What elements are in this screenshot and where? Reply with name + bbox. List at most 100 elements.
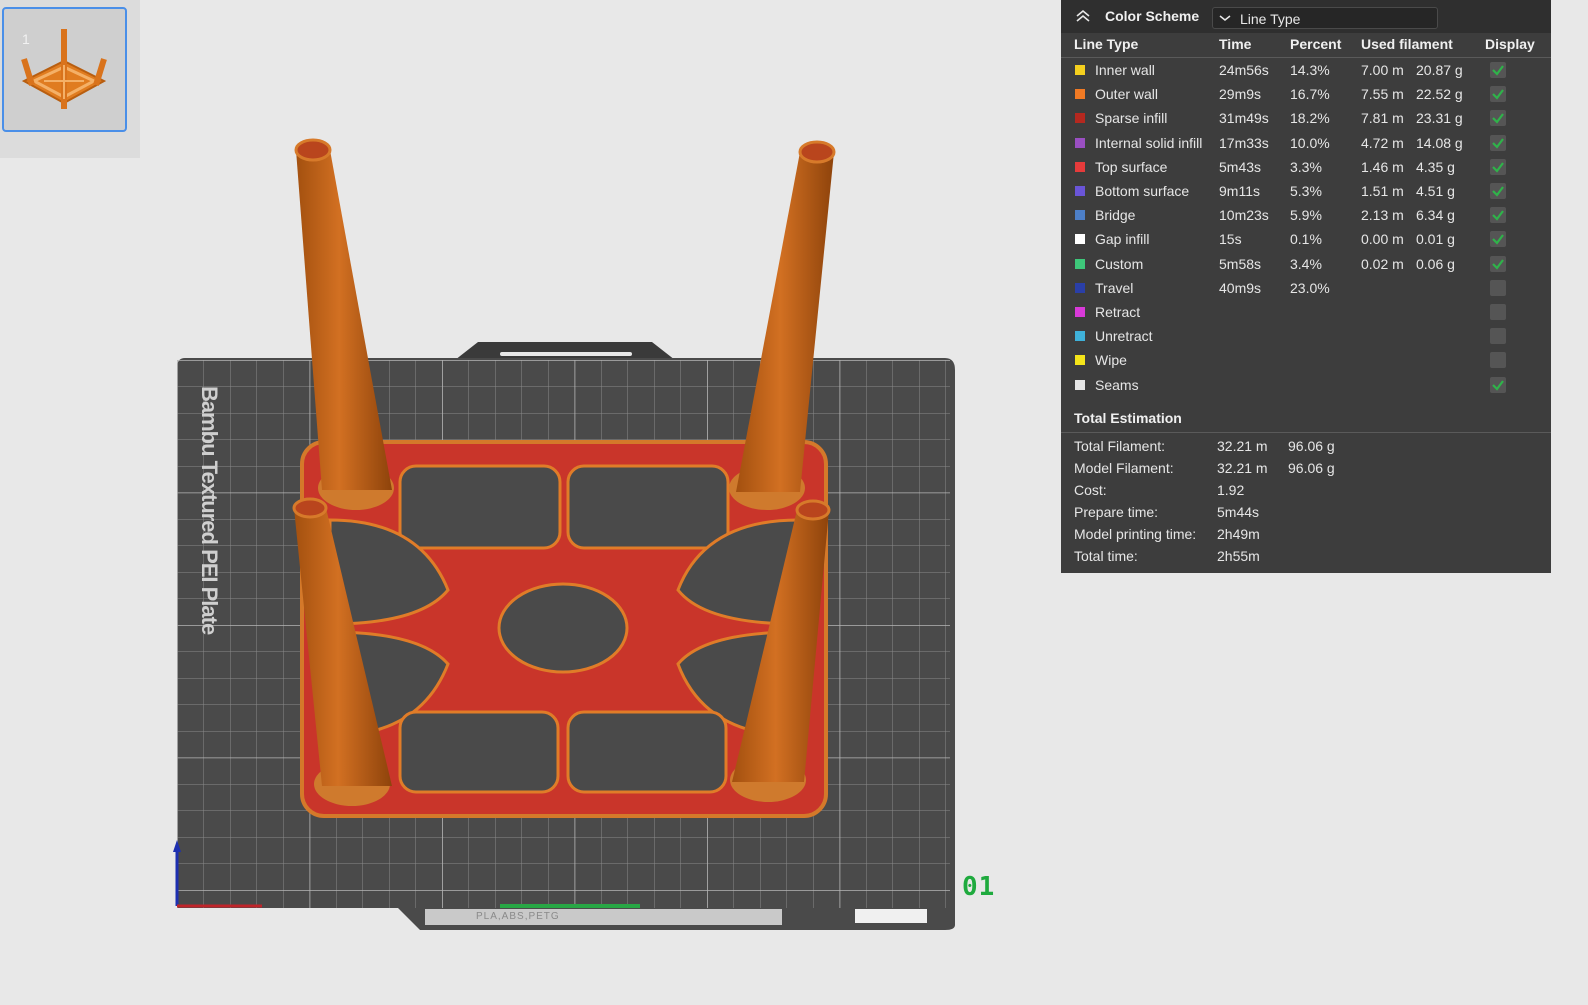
- checkmark-icon: [1492, 258, 1504, 270]
- column-display: Display: [1485, 36, 1535, 52]
- line-type-name: Bottom surface: [1095, 183, 1190, 199]
- line-type-percent: 3.4%: [1290, 255, 1322, 272]
- color-scheme-select[interactable]: Line Type: [1212, 7, 1438, 29]
- line-type-time: 10m23s: [1219, 207, 1269, 224]
- color-swatch: [1075, 234, 1085, 245]
- estimation-label: Total Filament:: [1074, 438, 1166, 454]
- line-type-row: Wipe: [1061, 348, 1551, 372]
- display-checkbox[interactable]: [1490, 255, 1506, 272]
- line-type-length: 7.55 m: [1361, 86, 1404, 103]
- line-type-row: Bridge 10m23s 5.9% 2.13 m 6.34 g: [1061, 203, 1551, 227]
- line-type-length: 4.72 m: [1361, 134, 1404, 151]
- color-swatch: [1075, 331, 1085, 342]
- line-type-percent: 5.3%: [1290, 183, 1322, 199]
- estimation-label: Model Filament:: [1074, 459, 1174, 476]
- line-type-row: Inner wall 24m56s 14.3% 7.00 m 20.87 g: [1061, 58, 1551, 82]
- line-type-name: Top surface: [1095, 158, 1168, 175]
- line-type-name: Seams: [1095, 376, 1139, 393]
- line-type-time: 29m9s: [1219, 86, 1262, 103]
- line-type-length: 0.02 m: [1361, 255, 1404, 272]
- estimation-value: 5m44s: [1217, 503, 1260, 520]
- line-type-row: Seams: [1061, 373, 1551, 397]
- line-type-time: 15s: [1219, 231, 1242, 248]
- line-type-name: Unretract: [1095, 328, 1153, 345]
- line-type-name: Bridge: [1095, 207, 1136, 224]
- collapse-icon[interactable]: [1075, 9, 1091, 23]
- line-type-length: 7.81 m: [1361, 110, 1404, 127]
- line-type-row: Sparse infill 31m49s 18.2% 7.81 m 23.31 g: [1061, 106, 1551, 130]
- color-scheme-header: Color Scheme Line Type: [1061, 0, 1551, 33]
- line-type-percent: 5.9%: [1290, 207, 1322, 224]
- column-used-filament: Used filament: [1361, 36, 1453, 52]
- line-type-row: Internal solid infill 17m33s 10.0% 4.72 m 14…: [1061, 131, 1551, 155]
- line-type-name: Sparse infill: [1095, 110, 1168, 127]
- line-type-name: Travel: [1095, 279, 1134, 296]
- build-plate-render: [173, 138, 955, 930]
- display-checkbox[interactable]: [1490, 231, 1506, 248]
- display-checkbox[interactable]: [1490, 62, 1506, 78]
- checkmark-icon: [1492, 186, 1504, 197]
- line-type-row: Gap infill 15s 0.1% 0.00 m 0.01 g: [1061, 227, 1551, 251]
- line-type-percent: 23.0%: [1290, 279, 1330, 296]
- line-type-weight: 4.35 g: [1416, 158, 1455, 175]
- column-percent: Percent: [1290, 36, 1342, 52]
- line-type-row: Top surface 5m43s 3.3% 1.46 m 4.35 g: [1061, 155, 1551, 179]
- display-checkbox[interactable]: [1490, 352, 1506, 369]
- line-type-percent: 10.0%: [1290, 134, 1330, 151]
- display-checkbox[interactable]: [1490, 183, 1506, 199]
- display-checkbox[interactable]: [1490, 134, 1506, 151]
- estimation-value: 32.21 m: [1217, 438, 1268, 454]
- line-type-time: 17m33s: [1219, 134, 1269, 151]
- estimation-label: Cost:: [1074, 481, 1107, 498]
- checkmark-icon: [1492, 113, 1504, 125]
- total-estimation-row: Cost: 1.92: [1061, 480, 1551, 502]
- color-swatch: [1075, 355, 1085, 366]
- display-checkbox[interactable]: [1490, 158, 1506, 175]
- color-swatch: [1075, 186, 1085, 196]
- line-type-percent: 18.2%: [1290, 110, 1330, 127]
- color-swatch: [1075, 113, 1085, 124]
- line-type-weight: 20.87 g: [1416, 62, 1463, 78]
- color-swatch: [1075, 161, 1085, 172]
- plate-number: 01: [962, 872, 996, 902]
- total-estimation-row: Model Filament: 32.21 m 96.06 g: [1061, 458, 1551, 480]
- chevron-down-icon: [1219, 15, 1231, 21]
- line-type-length: 1.51 m: [1361, 183, 1404, 199]
- checkmark-icon: [1492, 65, 1504, 76]
- estimation-value: 32.21 m: [1217, 459, 1268, 476]
- display-checkbox[interactable]: [1490, 86, 1506, 103]
- line-type-time: 40m9s: [1219, 279, 1262, 296]
- plate-filament-types: PLA,ABS,PETG: [476, 911, 560, 922]
- line-type-time: 9m11s: [1219, 183, 1260, 199]
- color-swatch: [1075, 307, 1085, 317]
- color-swatch: [1075, 258, 1085, 269]
- 3d-viewport[interactable]: Bambu Textured PEI Plate PLA,ABS,PETG 01: [0, 0, 1060, 1000]
- line-type-time: 24m56s: [1219, 62, 1269, 78]
- estimation-value-secondary: 96.06 g: [1288, 459, 1335, 476]
- estimation-value: 2h49m: [1217, 525, 1260, 542]
- line-type-weight: 4.51 g: [1416, 183, 1455, 199]
- color-swatch: [1075, 137, 1085, 148]
- line-type-percent: 14.3%: [1290, 62, 1330, 78]
- line-type-length: 7.00 m: [1361, 62, 1404, 78]
- display-checkbox[interactable]: [1490, 110, 1506, 127]
- color-scheme-value: Line Type: [1240, 11, 1301, 27]
- display-checkbox[interactable]: [1490, 279, 1506, 296]
- line-type-length: 0.00 m: [1361, 231, 1404, 248]
- line-type-percent: 3.3%: [1290, 158, 1322, 175]
- line-type-weight: 6.34 g: [1416, 207, 1455, 224]
- total-estimation-row: Prepare time: 5m44s: [1061, 502, 1551, 524]
- display-checkbox[interactable]: [1490, 328, 1506, 345]
- line-type-name: Custom: [1095, 255, 1144, 272]
- estimation-value: 2h55m: [1217, 547, 1260, 564]
- line-type-percent: 0.1%: [1290, 231, 1322, 248]
- line-type-name: Retract: [1095, 304, 1141, 320]
- line-type-row: Custom 5m58s 3.4% 0.02 m 0.06 g: [1061, 252, 1551, 276]
- display-checkbox[interactable]: [1490, 207, 1506, 224]
- display-checkbox[interactable]: [1490, 304, 1506, 320]
- plate-label: Bambu Textured PEI Plate: [197, 386, 222, 635]
- display-checkbox[interactable]: [1490, 376, 1506, 393]
- line-type-weight: 14.08 g: [1416, 134, 1463, 151]
- line-type-name: Internal solid infill: [1095, 134, 1203, 151]
- line-type-time: 5m58s: [1219, 255, 1262, 272]
